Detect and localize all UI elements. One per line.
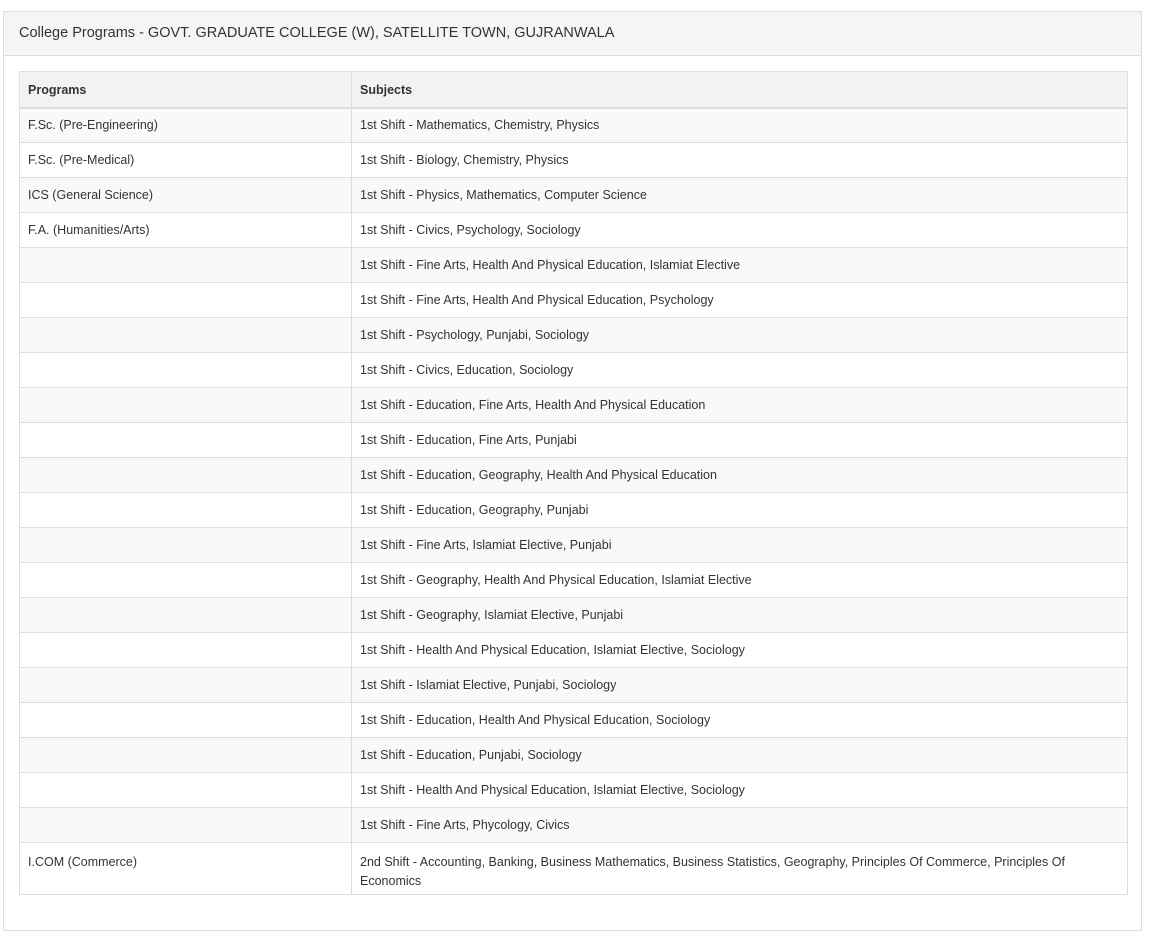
program-cell xyxy=(19,387,352,423)
table-row: F.Sc. (Pre-Medical) 1st Shift - Biology, … xyxy=(19,142,1128,178)
subjects-cell: 1st Shift - Education, Punjabi, Sociolog… xyxy=(351,737,1128,773)
program-cell xyxy=(19,282,352,318)
subjects-cell: 1st Shift - Civics, Education, Sociology xyxy=(351,352,1128,388)
subjects-cell: 1st Shift - Fine Arts, Islamiat Elective… xyxy=(351,527,1128,563)
table-row: 1st Shift - Geography, Islamiat Elective… xyxy=(19,597,1128,633)
program-cell: I.COM (Commerce) xyxy=(19,842,352,895)
subjects-cell: 1st Shift - Fine Arts, Health And Physic… xyxy=(351,247,1128,283)
panel-title: College Programs - GOVT. GRADUATE COLLEG… xyxy=(4,12,1141,56)
table-row: 1st Shift - Education, Geography, Punjab… xyxy=(19,492,1128,528)
subjects-cell: 1st Shift - Civics, Psychology, Sociolog… xyxy=(351,212,1128,248)
subjects-cell: 1st Shift - Education, Fine Arts, Health… xyxy=(351,387,1128,423)
table-row: ICS (General Science) 1st Shift - Physics… xyxy=(19,177,1128,213)
table-row: 1st Shift - Education, Fine Arts, Health… xyxy=(19,387,1128,423)
table-row: I.COM (Commerce) 2nd Shift - Accounting, … xyxy=(19,842,1128,895)
subjects-cell: 1st Shift - Education, Health And Physic… xyxy=(351,702,1128,738)
program-cell xyxy=(19,457,352,493)
program-cell xyxy=(19,492,352,528)
subjects-cell: 1st Shift - Education, Geography, Punjab… xyxy=(351,492,1128,528)
table-row: 1st Shift - Education, Geography, Health… xyxy=(19,457,1128,493)
table-header-row: Programs Subjects xyxy=(19,71,1128,109)
panel-body: Programs Subjects F.Sc. (Pre-Engineering… xyxy=(4,56,1141,895)
table-row: 1st Shift - Health And Physical Educatio… xyxy=(19,772,1128,808)
program-cell xyxy=(19,562,352,598)
table-row: 1st Shift - Education, Health And Physic… xyxy=(19,702,1128,738)
program-cell xyxy=(19,737,352,773)
table-row: 1st Shift - Education, Punjabi, Sociolog… xyxy=(19,737,1128,773)
table-row: 1st Shift - Geography, Health And Physic… xyxy=(19,562,1128,598)
subjects-cell: 1st Shift - Biology, Chemistry, Physics xyxy=(351,142,1128,178)
program-cell xyxy=(19,422,352,458)
program-cell xyxy=(19,247,352,283)
program-cell xyxy=(19,807,352,843)
subjects-cell: 1st Shift - Physics, Mathematics, Comput… xyxy=(351,177,1128,213)
table-row: 1st Shift - Psychology, Punjabi, Sociolo… xyxy=(19,317,1128,353)
subjects-cell: 1st Shift - Fine Arts, Phycology, Civics xyxy=(351,807,1128,843)
subjects-cell: 2nd Shift - Accounting, Banking, Busines… xyxy=(351,842,1128,895)
subjects-cell: 1st Shift - Geography, Islamiat Elective… xyxy=(351,597,1128,633)
program-cell xyxy=(19,352,352,388)
program-cell xyxy=(19,632,352,668)
subjects-cell: 1st Shift - Islamiat Elective, Punjabi, … xyxy=(351,667,1128,703)
subjects-cell: 1st Shift - Psychology, Punjabi, Sociolo… xyxy=(351,317,1128,353)
subjects-cell: 1st Shift - Mathematics, Chemistry, Phys… xyxy=(351,107,1128,143)
table-row: 1st Shift - Fine Arts, Islamiat Elective… xyxy=(19,527,1128,563)
programs-table: Programs Subjects F.Sc. (Pre-Engineering… xyxy=(19,71,1128,895)
table-row: 1st Shift - Fine Arts, Phycology, Civics xyxy=(19,807,1128,843)
column-header-programs: Programs xyxy=(19,71,352,109)
table-row: 1st Shift - Health And Physical Educatio… xyxy=(19,632,1128,668)
program-cell: F.A. (Humanities/Arts) xyxy=(19,212,352,248)
table-row: F.A. (Humanities/Arts) 1st Shift - Civics… xyxy=(19,212,1128,248)
programs-panel: College Programs - GOVT. GRADUATE COLLEG… xyxy=(3,11,1142,931)
program-cell: F.Sc. (Pre-Medical) xyxy=(19,142,352,178)
program-cell xyxy=(19,772,352,808)
subjects-cell: 1st Shift - Fine Arts, Health And Physic… xyxy=(351,282,1128,318)
program-cell xyxy=(19,597,352,633)
subjects-cell: 1st Shift - Health And Physical Educatio… xyxy=(351,772,1128,808)
program-cell xyxy=(19,667,352,703)
program-cell xyxy=(19,527,352,563)
table-row: 1st Shift - Fine Arts, Health And Physic… xyxy=(19,247,1128,283)
program-cell xyxy=(19,317,352,353)
subjects-cell: 1st Shift - Health And Physical Educatio… xyxy=(351,632,1128,668)
table-row: 1st Shift - Islamiat Elective, Punjabi, … xyxy=(19,667,1128,703)
program-cell xyxy=(19,702,352,738)
subjects-cell: 1st Shift - Geography, Health And Physic… xyxy=(351,562,1128,598)
program-cell: ICS (General Science) xyxy=(19,177,352,213)
table-row: 1st Shift - Fine Arts, Health And Physic… xyxy=(19,282,1128,318)
subjects-cell: 1st Shift - Education, Fine Arts, Punjab… xyxy=(351,422,1128,458)
table-row: F.Sc. (Pre-Engineering) 1st Shift - Mathe… xyxy=(19,107,1128,143)
program-cell: F.Sc. (Pre-Engineering) xyxy=(19,107,352,143)
column-header-subjects: Subjects xyxy=(351,71,1128,109)
table-row: 1st Shift - Education, Fine Arts, Punjab… xyxy=(19,422,1128,458)
subjects-cell: 1st Shift - Education, Geography, Health… xyxy=(351,457,1128,493)
table-row: 1st Shift - Civics, Education, Sociology xyxy=(19,352,1128,388)
